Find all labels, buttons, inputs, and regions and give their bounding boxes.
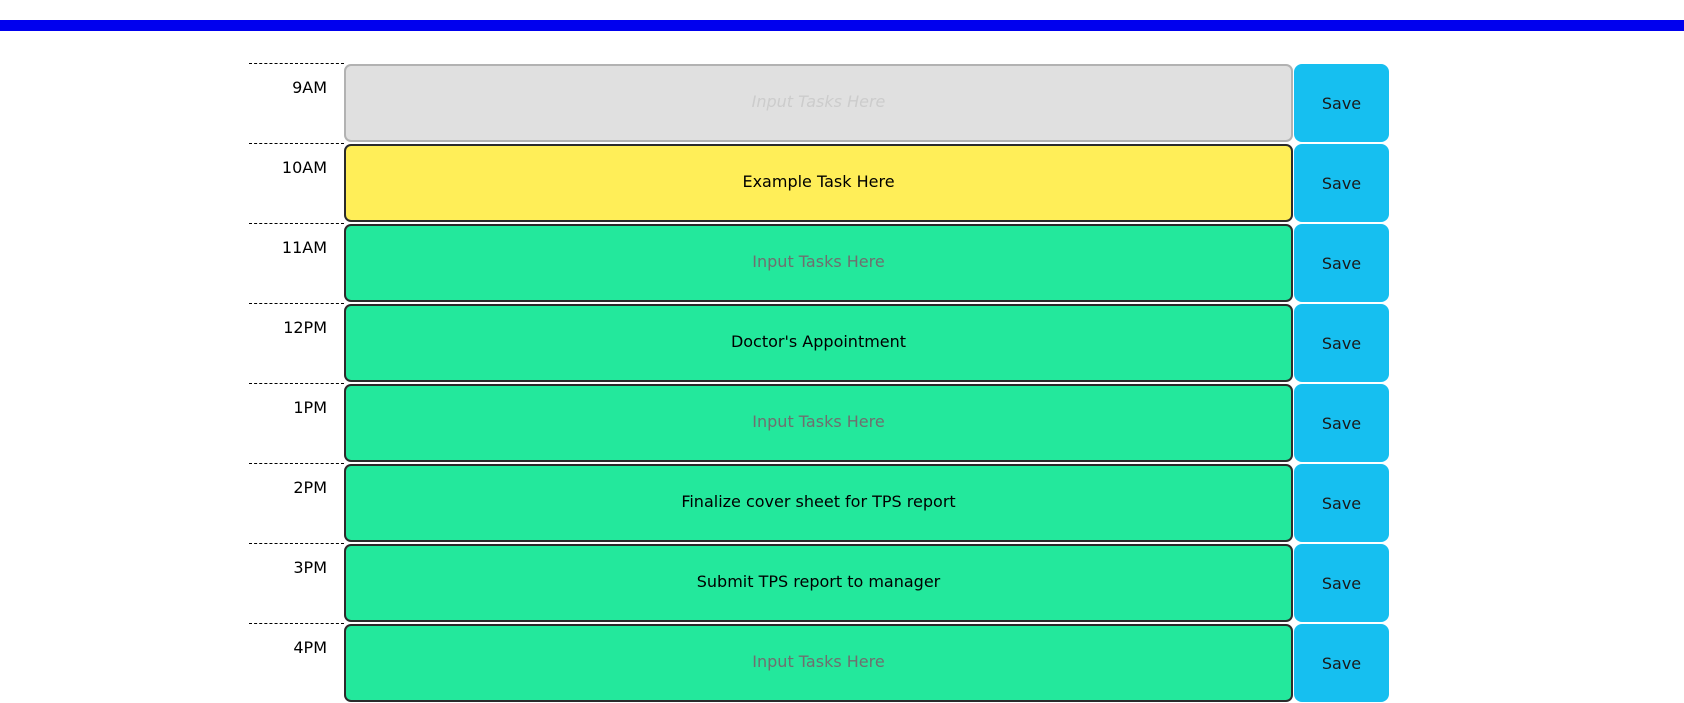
- time-block-12pm: 12PM Doctor's Appointment Save: [249, 303, 1389, 383]
- task-input[interactable]: Example Task Here: [344, 144, 1293, 222]
- hour-label: 1PM: [249, 383, 344, 463]
- hour-label: 9AM: [249, 63, 344, 143]
- task-input[interactable]: [344, 384, 1293, 462]
- hour-label: 12PM: [249, 303, 344, 383]
- hour-label: 4PM: [249, 623, 344, 703]
- task-input[interactable]: [344, 224, 1293, 302]
- hour-label: 11AM: [249, 223, 344, 303]
- time-block-3pm: 3PM Submit TPS report to manager Save: [249, 543, 1389, 623]
- time-block-4pm: 4PM Save: [249, 623, 1389, 703]
- task-input[interactable]: Submit TPS report to manager: [344, 544, 1293, 622]
- time-block-10am: 10AM Example Task Here Save: [249, 143, 1389, 223]
- save-button[interactable]: Save: [1294, 64, 1389, 142]
- day-planner: 9AM Save 10AM Example Task Here Save 11A…: [249, 63, 1389, 703]
- time-block-1pm: 1PM Save: [249, 383, 1389, 463]
- time-block-2pm: 2PM Finalize cover sheet for TPS report …: [249, 463, 1389, 543]
- task-input[interactable]: [344, 624, 1293, 702]
- save-button[interactable]: Save: [1294, 544, 1389, 622]
- header-bar: [0, 20, 1684, 31]
- task-input[interactable]: [344, 64, 1293, 142]
- save-button[interactable]: Save: [1294, 304, 1389, 382]
- save-button[interactable]: Save: [1294, 144, 1389, 222]
- save-button[interactable]: Save: [1294, 464, 1389, 542]
- task-input[interactable]: Doctor's Appointment: [344, 304, 1293, 382]
- task-input[interactable]: Finalize cover sheet for TPS report: [344, 464, 1293, 542]
- hour-label: 3PM: [249, 543, 344, 623]
- save-button[interactable]: Save: [1294, 624, 1389, 702]
- time-block-11am: 11AM Save: [249, 223, 1389, 303]
- time-block-9am: 9AM Save: [249, 63, 1389, 143]
- save-button[interactable]: Save: [1294, 384, 1389, 462]
- hour-label: 10AM: [249, 143, 344, 223]
- hour-label: 2PM: [249, 463, 344, 543]
- save-button[interactable]: Save: [1294, 224, 1389, 302]
